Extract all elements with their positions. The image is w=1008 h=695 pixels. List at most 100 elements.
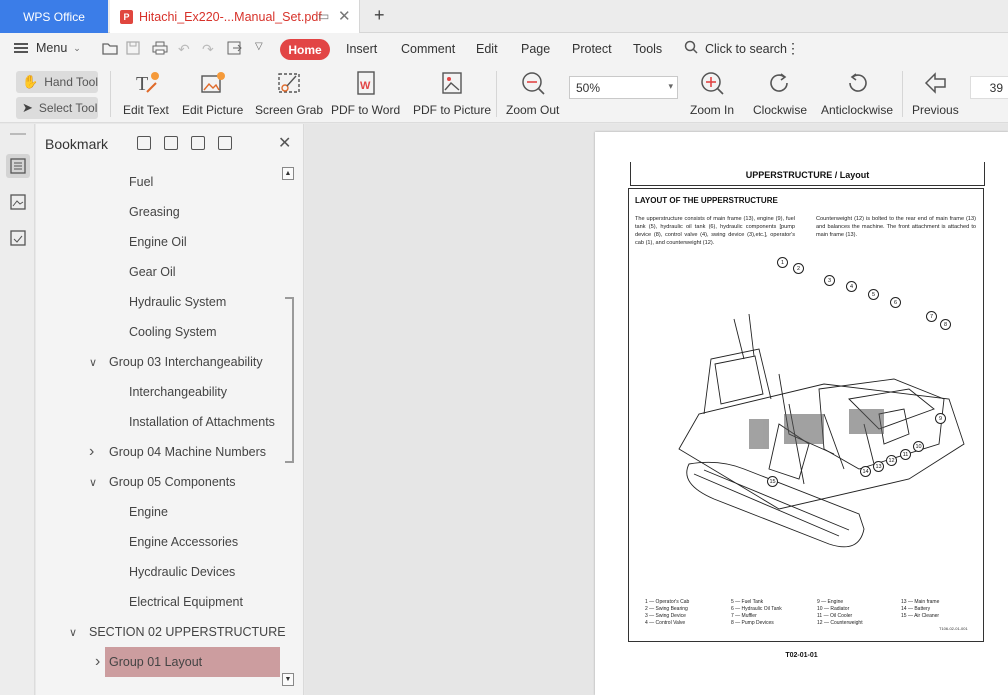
bookmark-item[interactable]: ∨ SECTION 02 UPPERSTRUCTURE: [36, 617, 286, 647]
open-folder-icon[interactable]: [102, 41, 118, 58]
legend-item: 5 — Fuel Tank: [731, 599, 764, 605]
export-icon[interactable]: [227, 41, 243, 58]
legend-column-4: 13 — Main frame 14 — Battery 15 — Air Cl…: [901, 599, 939, 620]
zoom-level-select[interactable]: 50% ▾: [569, 76, 678, 99]
monitor-icon[interactable]: ▭: [318, 9, 329, 23]
select-tool-button[interactable]: ➤ Select Tool: [16, 97, 98, 119]
bookmark-item[interactable]: Gear Oil: [36, 257, 281, 287]
figure-callout: 7: [926, 311, 937, 322]
undo-icon[interactable]: ↶: [178, 41, 190, 58]
bookmark-item[interactable]: Hycdraulic Devices: [36, 557, 281, 587]
chevron-right-icon[interactable]: ›: [95, 653, 100, 671]
divider: [496, 71, 497, 117]
attachment-panel-icon[interactable]: [6, 226, 30, 250]
word-file-icon: W: [352, 69, 380, 97]
edit-picture-button[interactable]: Edit Picture: [182, 69, 243, 119]
bookmark-item[interactable]: Greasing: [36, 197, 281, 227]
bookmark-item[interactable]: Engine Accessories: [36, 527, 281, 557]
bookmark-item-label: Hydraulic System: [129, 295, 227, 309]
new-child-bookmark-icon[interactable]: [191, 136, 205, 150]
tab-protect[interactable]: Protect: [572, 42, 612, 56]
tab-document[interactable]: P Hitachi_Ex220-...Manual_Set.pdf ▭ ✕: [110, 0, 360, 33]
tab-tools[interactable]: Tools: [633, 42, 662, 56]
zoom-out-icon: [519, 69, 547, 97]
bookmark-panel-icon[interactable]: [6, 154, 30, 178]
bookmark-item[interactable]: › Group 04 Machine Numbers: [36, 437, 281, 467]
bookmark-item-label: Greasing: [129, 205, 180, 219]
legend-item: 15 — Air Cleaner: [901, 613, 940, 619]
hand-tool-button[interactable]: ✋ Hand Tool: [16, 71, 98, 93]
document-viewport[interactable]: UPPERSTRUCTURE / Layout LAYOUT OF THE UP…: [305, 124, 1008, 695]
tab-insert[interactable]: Insert: [346, 42, 377, 56]
bookmark-item[interactable]: Engine Oil: [36, 227, 281, 257]
legend-item: 4 — Control Valve: [645, 620, 686, 626]
bookmark-item[interactable]: Installation of Attachments: [36, 407, 281, 437]
menu-button[interactable]: Menu ⌄: [14, 41, 81, 55]
search-icon: [684, 40, 698, 57]
bookmark-panel: Bookmark ✕ Fuel Greasing Engine Oil Gear Oi…: [36, 124, 304, 695]
pdf-to-word-label: PDF to Word: [331, 103, 401, 117]
edit-text-button[interactable]: T Edit Text: [123, 69, 169, 119]
page-content-frame: LAYOUT OF THE UPPERSTRUCTURE The upperst…: [628, 188, 984, 642]
scroll-thumb[interactable]: [285, 297, 294, 463]
tab-home[interactable]: Home: [280, 39, 330, 60]
screen-grab-button[interactable]: Screen Grab: [255, 69, 323, 119]
chevron-down-icon[interactable]: ∨: [69, 626, 77, 639]
rotate-anticlockwise-button[interactable]: Anticlockwise: [821, 69, 893, 119]
bookmark-item[interactable]: Cooling System: [36, 317, 281, 347]
bookmark-item[interactable]: Engine: [36, 497, 281, 527]
rotate-anticlockwise-icon: [843, 69, 871, 97]
bookmark-item[interactable]: Hydraulic System: [36, 287, 281, 317]
add-bookmark-icon[interactable]: [137, 136, 151, 150]
figure-callout: 9: [935, 413, 946, 424]
tab-comment[interactable]: Comment: [401, 42, 455, 56]
bookmark-item-label: Fuel: [129, 175, 154, 189]
drag-handle[interactable]: [10, 133, 26, 135]
zoom-in-button[interactable]: Zoom In: [690, 69, 734, 119]
anticlockwise-label: Anticlockwise: [821, 103, 894, 117]
legend-item: 12 — Counterweight: [817, 620, 863, 626]
tab-wps-office[interactable]: WPS Office: [0, 0, 108, 33]
pdf-to-picture-button[interactable]: PDF to Picture: [413, 69, 491, 119]
bookmark-item-label: Installation of Attachments: [129, 415, 275, 429]
bookmark-item[interactable]: › Group 01 Layout: [95, 647, 280, 677]
arrow-left-icon: [921, 69, 949, 97]
pdf-to-word-button[interactable]: W PDF to Word: [331, 69, 400, 119]
pdf-file-icon: P: [120, 9, 133, 24]
previous-page-button[interactable]: Previous: [912, 69, 959, 119]
chevron-down-icon[interactable]: ∨: [89, 356, 97, 369]
save-icon[interactable]: [126, 41, 140, 58]
page-number-input[interactable]: 39: [970, 76, 1008, 99]
new-tab-icon[interactable]: +: [374, 5, 385, 26]
select-tool-label: Select Tool: [38, 101, 98, 115]
bookmark-item[interactable]: Electrical Equipment: [36, 587, 281, 617]
more-chevron-icon[interactable]: ▽: [255, 41, 263, 52]
search-box[interactable]: Click to search: [705, 42, 787, 56]
legend-item: 13 — Main frame: [901, 599, 940, 605]
rotate-clockwise-button[interactable]: Clockwise: [753, 69, 807, 119]
legend-item: 8 — Pump Devices: [731, 620, 774, 626]
bookmark-item[interactable]: Interchangeability: [36, 377, 281, 407]
chevron-down-icon[interactable]: ∨: [89, 476, 97, 489]
bookmark-item[interactable]: Fuel: [36, 167, 281, 197]
legend-column-1: 1 — Operator's Cab 2 — Swing Bearing 3 —…: [645, 599, 689, 627]
print-icon[interactable]: [152, 41, 168, 58]
bookmark-icon[interactable]: [218, 136, 232, 150]
more-options-icon[interactable]: ⋮: [786, 40, 800, 57]
tab-edit[interactable]: Edit: [476, 42, 498, 56]
figure-callout: 10: [913, 441, 924, 452]
edit-picture-icon: [199, 69, 227, 97]
scroll-down-icon[interactable]: ▼: [282, 673, 294, 686]
collapse-all-icon[interactable]: [164, 136, 178, 150]
close-tab-icon[interactable]: ✕: [338, 7, 351, 25]
zoom-out-button[interactable]: Zoom Out: [506, 69, 559, 119]
bookmark-item[interactable]: ∨ Group 03 Interchangeability: [36, 347, 281, 377]
tab-page[interactable]: Page: [521, 42, 550, 56]
thumbnail-panel-icon[interactable]: [6, 190, 30, 214]
bookmark-item[interactable]: ∨ Group 05 Components: [36, 467, 281, 497]
close-icon[interactable]: ✕: [278, 133, 291, 153]
bookmark-scrollbar[interactable]: ▲ ▼: [282, 167, 296, 689]
chevron-right-icon[interactable]: ›: [89, 443, 94, 461]
redo-icon[interactable]: ↷: [202, 41, 214, 58]
scroll-up-icon[interactable]: ▲: [282, 167, 294, 180]
